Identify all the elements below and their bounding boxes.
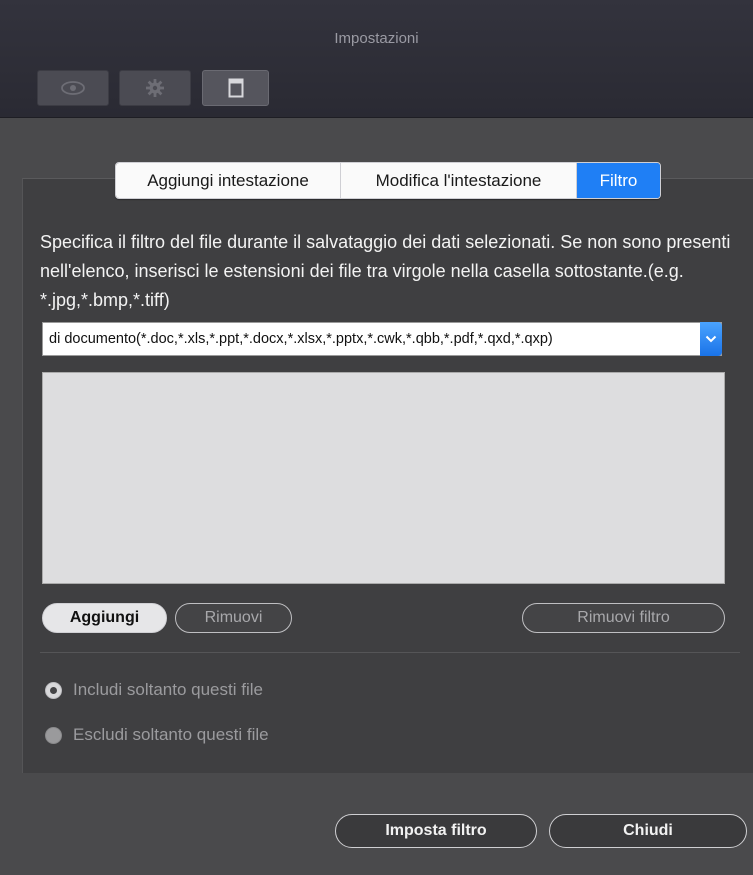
- eye-icon: [61, 81, 85, 95]
- window-icon: [228, 78, 243, 98]
- add-button[interactable]: Aggiungi: [42, 603, 167, 633]
- include-option[interactable]: Includi soltanto questi file: [45, 677, 263, 703]
- tab-bar: Aggiungi intestazione Modifica l'intesta…: [115, 162, 661, 199]
- combo-dropdown-button[interactable]: [700, 322, 722, 356]
- tab-add-header[interactable]: Aggiungi intestazione: [116, 163, 341, 198]
- remove-filter-button[interactable]: Rimuovi filtro: [522, 603, 725, 633]
- filter-description: Specifica il filtro del file durante il …: [40, 232, 731, 310]
- toolbar-button-settings[interactable]: [119, 70, 191, 106]
- file-type-combo-value[interactable]: di documento(*.doc,*.xls,*.ppt,*.docx,*.…: [49, 323, 691, 355]
- gear-icon: [146, 79, 164, 97]
- set-filter-button[interactable]: Imposta filtro: [335, 814, 537, 848]
- toolbar-button-view[interactable]: [37, 70, 109, 106]
- include-radio[interactable]: [45, 681, 62, 699]
- chevron-down-icon: [705, 335, 717, 343]
- tab-edit-header[interactable]: Modifica l'intestazione: [341, 163, 577, 198]
- exclude-radio[interactable]: [45, 726, 62, 744]
- include-label: Includi soltanto questi file: [73, 680, 263, 699]
- extension-list[interactable]: [42, 372, 725, 584]
- window-title: Impostazioni: [334, 30, 419, 47]
- divider: [40, 652, 740, 653]
- exclude-option[interactable]: Escludi soltanto questi file: [45, 722, 269, 748]
- file-type-combo[interactable]: di documento(*.doc,*.xls,*.ppt,*.docx,*.…: [42, 322, 722, 356]
- title-bar: Impostazioni: [0, 0, 753, 118]
- close-button[interactable]: Chiudi: [549, 814, 747, 848]
- exclude-label: Escludi soltanto questi file: [73, 725, 269, 744]
- toolbar-button-header[interactable]: [202, 70, 269, 106]
- remove-button[interactable]: Rimuovi: [175, 603, 292, 633]
- settings-window: Impostazioni Aggiungi intestazione Modif…: [0, 0, 753, 875]
- tab-filter[interactable]: Filtro: [577, 163, 660, 198]
